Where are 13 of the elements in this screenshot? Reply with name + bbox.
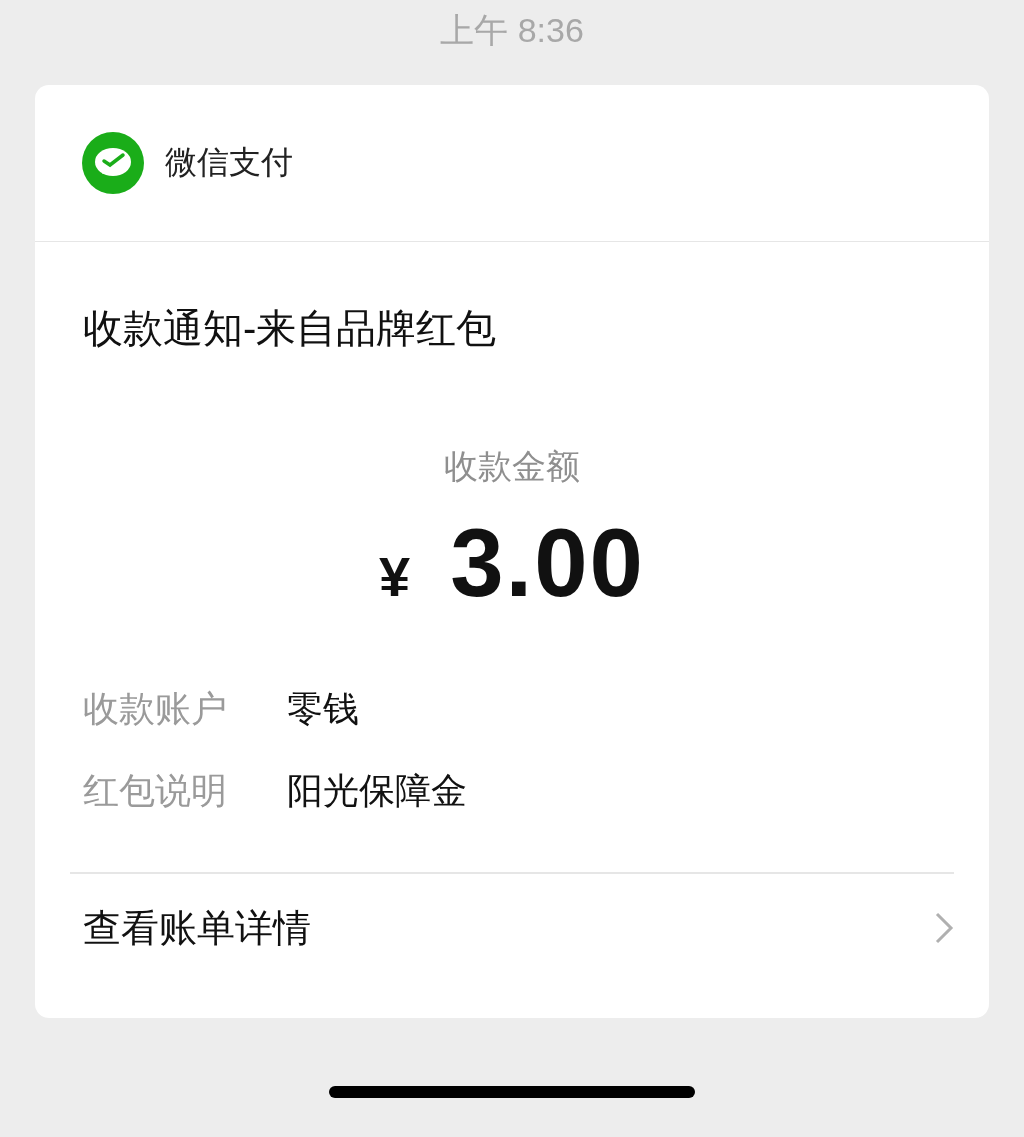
amount-value: 3.00 [450, 508, 645, 618]
detail-value: 阳光保障金 [287, 769, 467, 813]
amount-label: 收款金额 [444, 446, 580, 487]
status-time: 上午 8:36 [440, 10, 584, 51]
detail-value: 零钱 [287, 687, 359, 731]
app-name: 微信支付 [165, 143, 293, 182]
wechat-pay-logo-icon [82, 132, 144, 194]
notification-title: 收款通知-来自品牌红包 [83, 305, 497, 352]
chevron-right-icon [934, 911, 954, 945]
currency-symbol: ¥ [379, 544, 411, 609]
bill-details-link[interactable]: 查看账单详情 [70, 872, 954, 982]
detail-label: 收款账户 [83, 687, 228, 731]
detail-label: 红包说明 [83, 769, 228, 813]
